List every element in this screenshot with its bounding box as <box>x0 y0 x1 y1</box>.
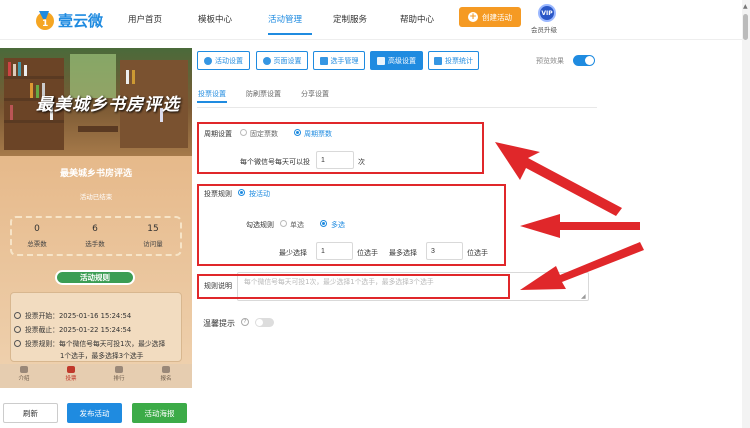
top-navbar <box>0 0 750 40</box>
activity-poster-button[interactable]: 活动海报 <box>132 403 187 423</box>
preview-effect-toggle[interactable] <box>573 55 595 66</box>
preview-tab-ranking[interactable]: 排行 <box>103 366 135 382</box>
create-activity-button[interactable]: + 创建活动 <box>459 7 521 27</box>
scroll-up-icon[interactable]: ▲ <box>743 3 748 10</box>
refresh-button[interactable]: 刷新 <box>3 403 58 423</box>
help-icon[interactable]: ? <box>241 318 249 326</box>
page-settings-button[interactable]: 页面设置 <box>256 51 308 70</box>
bar-chart-icon <box>434 56 442 65</box>
nav-help-center[interactable]: 帮助中心 <box>400 13 434 25</box>
subtab-divider <box>197 107 597 108</box>
settings-icon <box>204 56 212 65</box>
brand-logo-icon[interactable]: 1 <box>32 6 58 32</box>
annotation-box-vote-rules <box>197 184 506 266</box>
trophy-icon <box>115 366 123 373</box>
brand-name[interactable]: 壹云微 <box>58 10 103 31</box>
svg-text:1: 1 <box>42 19 48 29</box>
nav-active-indicator <box>268 33 312 35</box>
clock-icon <box>14 340 21 347</box>
stat-players-label: 选手数 <box>85 240 105 248</box>
users-icon <box>319 56 328 65</box>
arrow-icon <box>495 142 622 216</box>
preview-rules-badge: 活动规则 <box>55 270 135 285</box>
sliders-icon <box>377 56 385 65</box>
nav-templates[interactable]: 模板中心 <box>198 13 232 25</box>
player-management-button[interactable]: 选手管理 <box>313 51 365 70</box>
page-scrollbar[interactable] <box>742 0 750 428</box>
nav-custom-service[interactable]: 定制服务 <box>333 13 367 25</box>
preview-info-end: 投票截止：2025-01-22 15:24:54 <box>14 324 131 334</box>
preview-activity-status: 活动已结束 <box>79 193 113 201</box>
vote-stats-button[interactable]: 投票统计 <box>428 51 479 70</box>
vote-icon <box>67 366 75 373</box>
subtab-active-indicator <box>197 101 227 103</box>
preview-info-rule: 投票规则：每个微信号每天可投1次，最少选择 <box>14 338 165 348</box>
annotation-box-cycle <box>197 122 484 174</box>
stat-players-value: 6 <box>92 224 98 234</box>
preview-stats-box <box>10 216 182 256</box>
preview-banner-title: 最美城乡书房评选 <box>36 95 180 115</box>
preview-effect-label: 预览效果 <box>536 57 564 65</box>
clock-icon <box>14 312 21 319</box>
create-activity-label: 创建活动 <box>482 12 512 22</box>
tab-anti-fraud-settings[interactable]: 防刷票设置 <box>246 89 281 99</box>
annotation-box-rule-desc <box>197 274 510 299</box>
nav-home[interactable]: 用户首页 <box>128 13 162 25</box>
preview-tab-intro[interactable]: 介绍 <box>8 366 40 382</box>
publish-activity-button[interactable]: 发布活动 <box>67 403 122 423</box>
home-icon <box>20 366 28 373</box>
tips-label: 温馨提示 <box>203 319 235 328</box>
resize-handle-icon[interactable]: ◢ <box>581 293 586 300</box>
preview-tab-vote[interactable]: 投票 <box>55 366 87 382</box>
tab-vote-settings[interactable]: 投票设置 <box>198 89 226 99</box>
clock-icon <box>14 326 21 333</box>
stat-visits-label: 访问量 <box>143 240 163 248</box>
preview-info-start: 投票开始：2025-01-16 15:24:54 <box>14 310 131 320</box>
nav-activity-management[interactable]: 活动管理 <box>268 13 302 25</box>
arrow-icon <box>520 214 640 238</box>
stat-total-votes-label: 总票数 <box>27 240 47 248</box>
advanced-settings-button[interactable]: 高级设置 <box>370 51 423 70</box>
stat-visits-value: 15 <box>147 224 159 234</box>
plus-icon: + <box>468 12 478 22</box>
signup-icon <box>162 366 170 373</box>
preview-info-rule-cont: 1个选手，最多选择3个选手 <box>60 352 144 360</box>
tips-toggle[interactable] <box>255 318 274 327</box>
preview-tab-signup[interactable]: 报名 <box>150 366 182 382</box>
vip-icon[interactable]: VIP <box>538 4 556 22</box>
tab-share-settings[interactable]: 分享设置 <box>301 89 329 99</box>
vip-upgrade-label[interactable]: 会员升级 <box>531 24 557 34</box>
scrollbar-thumb[interactable] <box>743 14 748 40</box>
stat-total-votes-value: 0 <box>34 224 40 234</box>
preview-activity-title: 最美城乡书房评选 <box>59 169 132 179</box>
gear-icon <box>262 56 271 65</box>
activity-settings-button[interactable]: 活动设置 <box>197 51 250 70</box>
